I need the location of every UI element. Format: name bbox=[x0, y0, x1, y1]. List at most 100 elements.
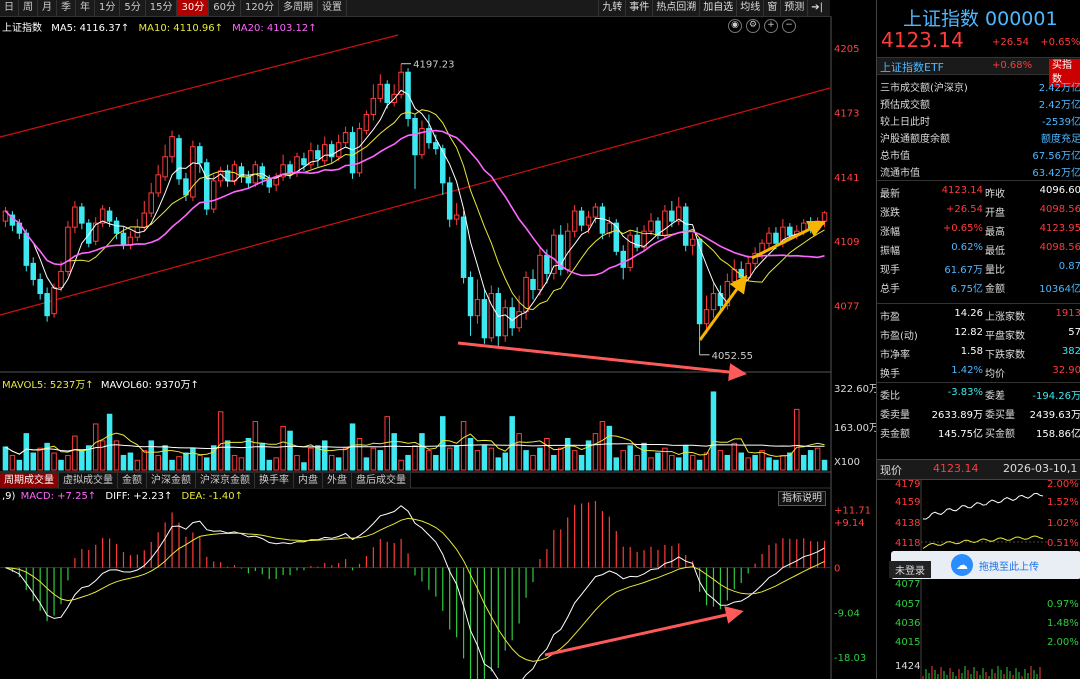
quote-label: 最低 bbox=[985, 246, 1005, 257]
volume-bar bbox=[356, 437, 363, 471]
candle bbox=[662, 210, 668, 236]
candle bbox=[370, 97, 377, 115]
info-label: 三市成交额(沪深京) bbox=[880, 83, 968, 94]
volume-bar bbox=[398, 459, 404, 471]
volume-bar bbox=[634, 454, 640, 471]
volume-bar bbox=[197, 454, 203, 471]
candle bbox=[58, 270, 64, 289]
divider bbox=[877, 303, 1080, 304]
candle bbox=[349, 132, 356, 174]
volume-bar bbox=[301, 462, 307, 471]
candle bbox=[453, 214, 460, 220]
volume-bar bbox=[224, 440, 231, 471]
quote-label: 均价 bbox=[985, 369, 1005, 380]
quote-row: 市净率 1.58 下跌家数 382 bbox=[877, 343, 1080, 362]
info-value: 2.42万亿 bbox=[1038, 83, 1080, 94]
volume-bar bbox=[446, 447, 453, 471]
volume-bar bbox=[273, 457, 279, 471]
macd-axis-label: +11.71 bbox=[834, 505, 871, 516]
intraday-minichart[interactable]: 4179 4159 4138 4118 4077 4057 4036 4015 1424 2.00… bbox=[877, 479, 1080, 679]
quote-value: 57 bbox=[1068, 327, 1080, 338]
indicator-tabs: 周期成交量 虚拟成交量 金额 沪深金额 沪深京金额 换手率 内盘 外盘 盘后成交量 bbox=[0, 473, 411, 488]
quote-label: 买金额 bbox=[985, 429, 1015, 440]
quote-label: 委买量 bbox=[985, 410, 1015, 421]
volume-axis-label: X100 bbox=[834, 457, 860, 468]
mini-axis-left: 4159 bbox=[895, 497, 920, 508]
volume-bar bbox=[537, 447, 543, 471]
indicator-tab[interactable]: 沪深京金额 bbox=[196, 473, 255, 488]
candle bbox=[301, 158, 307, 166]
candle bbox=[773, 232, 779, 244]
indicator-tab[interactable]: 金额 bbox=[118, 473, 147, 488]
candle bbox=[120, 232, 127, 246]
candle bbox=[342, 132, 349, 144]
chart-canvas[interactable]: 4205 4173 4141 4109 4077 4197.23 4052.55 322.60… bbox=[0, 0, 876, 679]
volume-bar bbox=[190, 447, 196, 471]
volume-bar bbox=[766, 457, 772, 471]
indicator-tab[interactable]: 内盘 bbox=[294, 473, 323, 488]
indicator-tab[interactable]: 外盘 bbox=[323, 473, 352, 488]
indicator-explain-button[interactable]: 指标说明 bbox=[778, 491, 826, 506]
quote-value: 4123.95 bbox=[1039, 223, 1080, 234]
volume-bar bbox=[530, 454, 536, 471]
volume-axis-label: 163.00万 bbox=[834, 423, 876, 434]
volume-bar bbox=[453, 445, 460, 471]
candle bbox=[467, 276, 474, 317]
indicator-tab[interactable]: 虚拟成交量 bbox=[59, 473, 118, 488]
volume-bar bbox=[30, 452, 36, 471]
volume-bar bbox=[800, 454, 807, 471]
candle bbox=[148, 192, 154, 214]
quote-row: 最新 4123.14 昨收 4096.60 bbox=[877, 182, 1080, 201]
volume-bar bbox=[641, 442, 647, 471]
info-value: 2.42万亿 bbox=[1038, 100, 1080, 111]
candle bbox=[384, 83, 390, 103]
current-price: 4123.14 bbox=[881, 28, 964, 52]
info-label: 流通市值 bbox=[880, 168, 920, 179]
volume-bar bbox=[807, 450, 814, 471]
volume-bar bbox=[322, 440, 328, 471]
indicator-tab[interactable]: 盘后成交量 bbox=[352, 473, 411, 488]
quote-panel: 上证指数 000001 4123.14 +26.54 +0.65% 上证指数ET… bbox=[876, 0, 1080, 679]
quote-label: 现手 bbox=[880, 265, 900, 276]
quote-label: 振幅 bbox=[880, 246, 900, 257]
volume-bar bbox=[564, 437, 571, 471]
info-row: 总市值 67.56万亿 bbox=[877, 145, 1080, 162]
volume-bar bbox=[280, 425, 286, 471]
candle bbox=[669, 210, 675, 222]
indicator-tab[interactable]: 沪深金额 bbox=[147, 473, 196, 488]
candle bbox=[245, 176, 252, 184]
upload-label[interactable]: 拖拽至此上传 bbox=[979, 558, 1039, 573]
quote-label: 市净率 bbox=[880, 350, 910, 361]
etf-row[interactable]: 上证指数ETF +0.68% 买指数 bbox=[877, 57, 1080, 87]
candle bbox=[155, 174, 161, 194]
quote-label: 市盈(动) bbox=[880, 331, 918, 342]
volume-bar bbox=[335, 457, 342, 471]
quote-row: 市盈(动) 12.82 平盘家数 57 bbox=[877, 324, 1080, 343]
candle bbox=[745, 262, 751, 278]
volume-bar bbox=[2, 446, 9, 471]
volume-bar bbox=[266, 459, 272, 471]
etf-name[interactable]: 上证指数ETF bbox=[880, 59, 944, 75]
candle bbox=[544, 254, 550, 274]
quote-value: 14.26 bbox=[954, 308, 983, 319]
mini-axis-left: 4057 bbox=[895, 599, 920, 610]
indicator-tab[interactable]: 周期成交量 bbox=[0, 473, 59, 488]
login-status[interactable]: 未登录 bbox=[889, 561, 931, 578]
indicator-tab[interactable]: 换手率 bbox=[255, 473, 294, 488]
quote-value: 158.86亿 bbox=[1036, 429, 1080, 440]
volume-bar bbox=[106, 413, 113, 471]
change-pct: +0.65% bbox=[1040, 37, 1080, 48]
volume-bar bbox=[99, 440, 106, 471]
candle bbox=[79, 206, 85, 224]
candle bbox=[599, 206, 606, 234]
candle bbox=[190, 146, 196, 198]
volume-bar bbox=[558, 447, 564, 471]
volume-bar bbox=[738, 452, 744, 471]
volume-bar bbox=[162, 445, 168, 471]
mini-axis-left: 1424 bbox=[895, 661, 920, 672]
candle bbox=[65, 226, 71, 272]
volume-bar bbox=[148, 440, 154, 471]
ticker-label: 现价 bbox=[880, 464, 902, 477]
change-value: +26.54 bbox=[992, 37, 1030, 48]
candle bbox=[433, 142, 439, 150]
